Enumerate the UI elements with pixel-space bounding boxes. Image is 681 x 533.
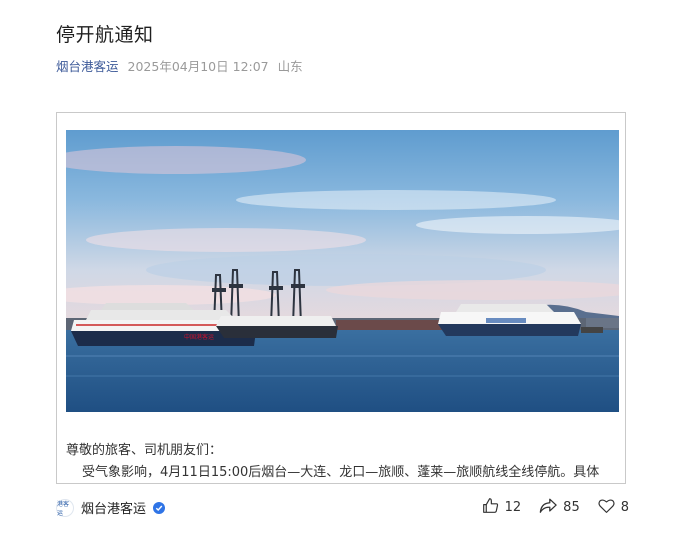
avatar[interactable]: 港客运 [56,498,74,517]
publish-datetime: 2025年04月10日 12:07 [127,59,269,74]
share-count: 85 [563,500,580,515]
article-meta: 烟台港客运 2025年04月10日 12:07 山东 [56,56,303,75]
location-label: 山东 [277,59,303,74]
favorite-count: 8 [620,500,629,515]
article-content: 中国港客运 尊敬的旅客、司机朋友们： 受气象影响，4月11日15:00后烟台—大… [56,112,626,484]
ferry-port-photo: 中国港客运 [66,130,619,412]
like-count: 12 [504,500,522,515]
favorite-button[interactable]: 8 [598,498,629,518]
source-link[interactable]: 烟台港客运 [56,56,119,75]
heart-icon [598,498,615,518]
thumbs-up-icon [482,497,499,518]
action-bar: 12 85 8 [482,497,629,518]
ferry-hull-text: 中国港客运 [184,333,214,341]
like-button[interactable]: 12 [482,497,522,518]
avatar-text: 港客运 [57,500,70,517]
page-title: 停开航通知 [56,24,154,46]
share-button[interactable]: 85 [539,497,580,518]
article-footer: 港客运 烟台港客运 12 85 8 [0,488,681,528]
author-name[interactable]: 烟台港客运 [81,498,146,517]
verified-badge-icon [153,501,166,514]
greeting-text: 尊敬的旅客、司机朋友们： [66,443,223,458]
author-info[interactable]: 港客运 烟台港客运 [56,498,166,517]
notice-body-text: 受气象影响，4月11日15:00后烟台—大连、龙口—旅顺、蓬莱—旅顺航线全线停航… [82,465,600,480]
share-icon [539,497,557,518]
